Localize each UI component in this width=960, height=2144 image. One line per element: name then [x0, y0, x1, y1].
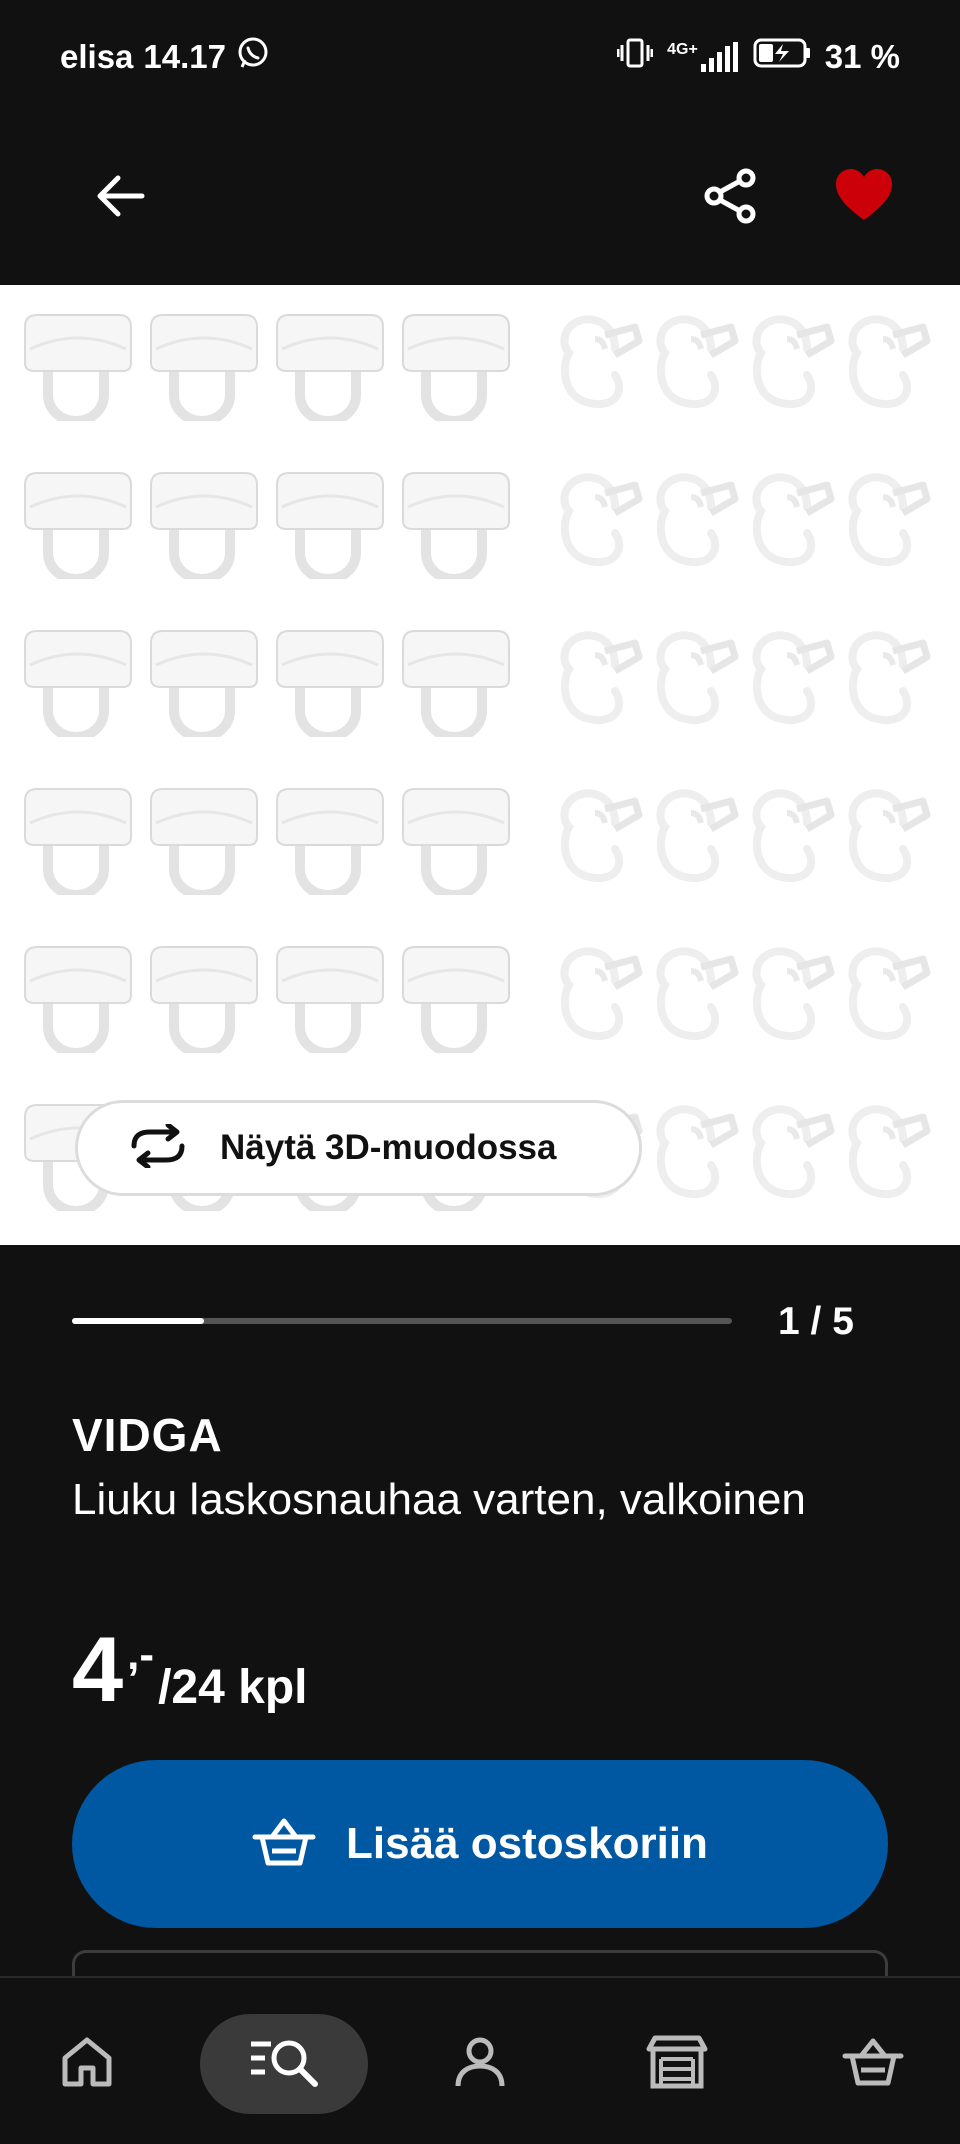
hook-photo — [843, 305, 939, 463]
profile-icon — [454, 2036, 506, 2093]
share-icon — [700, 166, 760, 231]
share-button[interactable] — [690, 158, 770, 238]
price-decimal: ,- — [127, 1630, 155, 1679]
nav-search[interactable] — [200, 2014, 368, 2114]
price-unit: /24 kpl — [158, 1661, 308, 1714]
hook-photo — [843, 463, 939, 621]
network-type: 4G+ — [667, 41, 698, 58]
hook-photo — [747, 305, 843, 463]
hook-photo — [747, 937, 843, 1095]
glider-photo — [272, 621, 398, 779]
hook-photo — [651, 779, 747, 937]
clock: 14.17 — [143, 38, 226, 75]
status-left: elisa 14.17 — [60, 36, 270, 78]
glider-photo — [20, 779, 146, 937]
vibrate-icon — [616, 36, 654, 78]
glider-photo — [146, 937, 272, 1095]
hook-photo — [747, 463, 843, 621]
glider-photo — [398, 621, 524, 779]
hook-photo — [555, 779, 651, 937]
glider-photo — [146, 779, 272, 937]
hook-photo — [555, 937, 651, 1095]
glider-photo — [398, 779, 524, 937]
status-bar: elisa 14.17 4G+ 31 % — [0, 0, 960, 110]
hook-photo — [843, 779, 939, 937]
glider-photo — [20, 305, 146, 463]
nav-basket[interactable] — [823, 2014, 923, 2114]
basket-icon — [842, 2036, 904, 2093]
back-button[interactable] — [80, 158, 160, 238]
battery-icon — [753, 37, 811, 77]
glider-photo — [146, 463, 272, 621]
product-image[interactable]: Näytä 3D-muodossa — [0, 285, 960, 1245]
hook-photo — [843, 937, 939, 1095]
store-icon — [645, 2035, 709, 2094]
hook-photo — [651, 463, 747, 621]
hook-photo — [651, 305, 747, 463]
add-to-cart-button[interactable]: Lisää ostoskoriin — [72, 1760, 888, 1928]
glider-photo — [272, 305, 398, 463]
hook-photo — [843, 621, 939, 779]
rotate-3d-icon — [126, 1122, 190, 1173]
carrier-label: elisa — [60, 38, 134, 75]
glider-photo — [398, 305, 524, 463]
glider-photo — [272, 937, 398, 1095]
hook-photo — [651, 621, 747, 779]
nav-profile[interactable] — [430, 2014, 530, 2114]
heart-icon — [834, 168, 894, 229]
glider-photo — [146, 621, 272, 779]
gallery-counter: 1 / 5 — [778, 1300, 854, 1343]
hook-photo — [747, 621, 843, 779]
hook-photo — [651, 1095, 747, 1245]
bottom-navigation — [0, 1976, 960, 2144]
signal-icon: 4G+ — [667, 42, 739, 72]
app-header — [0, 110, 960, 285]
favorite-button[interactable] — [824, 158, 904, 238]
search-icon — [249, 2036, 319, 2093]
view-3d-button[interactable]: Näytä 3D-muodossa — [75, 1100, 642, 1196]
glider-photo — [146, 305, 272, 463]
nav-store[interactable] — [627, 2014, 727, 2114]
whatsapp-icon — [236, 36, 270, 78]
glider-photo — [20, 463, 146, 621]
add-to-cart-label: Lisää ostoskoriin — [346, 1819, 708, 1868]
hook-photo — [651, 937, 747, 1095]
glider-photo — [272, 463, 398, 621]
glider-photo — [272, 779, 398, 937]
hook-photo — [843, 1095, 939, 1245]
hook-photo — [555, 305, 651, 463]
view-3d-label: Näytä 3D-muodossa — [220, 1128, 557, 1167]
product-description: Liuku laskosnauhaa varten, valkoinen — [72, 1475, 806, 1524]
arrow-left-icon — [92, 168, 148, 229]
glider-photo — [20, 937, 146, 1095]
price-integer: 4 — [72, 1619, 124, 1721]
status-right: 4G+ 31 % — [616, 36, 900, 78]
gallery-progress-bar — [72, 1318, 732, 1324]
hook-photo — [747, 779, 843, 937]
basket-icon — [252, 1815, 316, 1874]
glider-photo — [20, 621, 146, 779]
glider-photo — [398, 463, 524, 621]
price: 4 ,- /24 kpl — [72, 1620, 307, 1720]
home-icon — [61, 2036, 113, 2093]
product-name: VIDGA — [72, 1409, 223, 1461]
battery-percent: 31 % — [824, 38, 900, 75]
hook-photo — [555, 621, 651, 779]
hook-photo — [747, 1095, 843, 1245]
nav-home[interactable] — [37, 2014, 137, 2114]
gallery-progress-fill — [72, 1318, 204, 1324]
hook-photo — [555, 463, 651, 621]
glider-photo — [398, 937, 524, 1095]
